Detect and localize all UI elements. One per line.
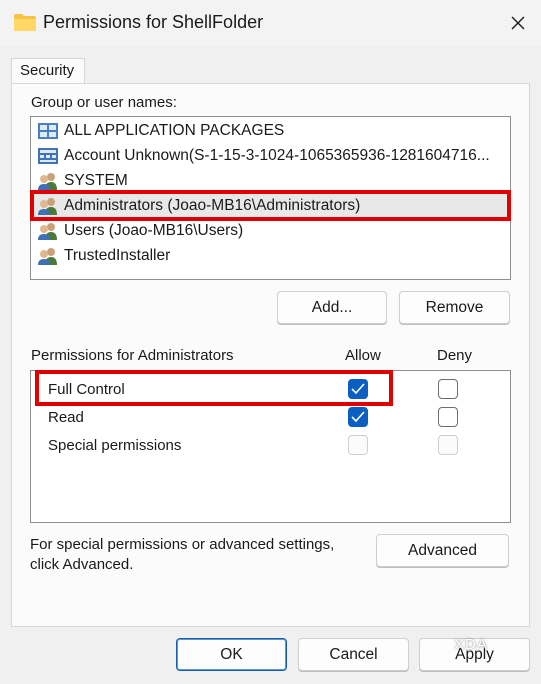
- permission-label-read: Read: [48, 409, 84, 426]
- users-icon: [38, 173, 57, 190]
- tab-strip: Security: [0, 46, 541, 85]
- window-title: Permissions for ShellFolder: [43, 12, 264, 32]
- folder-icon: [14, 14, 36, 31]
- principal-name: TrustedInstaller: [64, 247, 171, 264]
- list-item-administrators[interactable]: Administrators (Joao-MB16\Administrators…: [32, 194, 509, 218]
- ok-button[interactable]: OK: [176, 638, 287, 671]
- principal-name: Administrators (Joao-MB16\Administrators…: [64, 197, 361, 214]
- advanced-note: For special permissions or advanced sett…: [30, 535, 370, 575]
- packages-icon: [38, 123, 58, 139]
- list-item-all-application-packages[interactable]: ALL APPLICATION PACKAGES: [32, 119, 509, 143]
- unknown-account-icon: [38, 148, 58, 164]
- permissions-header: Permissions for Administrators: [31, 347, 234, 364]
- add-button[interactable]: Add...: [277, 291, 387, 324]
- deny-column-label: Deny: [437, 347, 473, 364]
- principal-name: Users (Joao-MB16\Users): [64, 222, 244, 239]
- principal-name: SYSTEM: [64, 172, 128, 189]
- allow-special-checkbox: [348, 435, 368, 455]
- close-icon: [511, 16, 525, 30]
- advanced-button[interactable]: Advanced: [376, 534, 509, 567]
- advanced-note-line1: For special permissions or advanced sett…: [30, 536, 335, 553]
- permission-label-full-control: Full Control: [48, 381, 125, 398]
- checkmark-icon: [351, 411, 365, 423]
- close-button[interactable]: [495, 0, 541, 46]
- remove-button[interactable]: Remove: [399, 291, 510, 324]
- list-item-account-unknown[interactable]: Account Unknown(S-1-15-3-1024-1065365936…: [32, 144, 509, 168]
- allow-read-checkbox[interactable]: [348, 407, 368, 427]
- deny-special-checkbox: [438, 435, 458, 455]
- permission-label-special: Special permissions: [48, 437, 182, 454]
- principal-name: Account Unknown(S-1-15-3-1024-1065365936…: [64, 147, 490, 164]
- allow-full-control-checkbox[interactable]: [348, 379, 368, 399]
- xda-watermark: XDA: [454, 636, 488, 653]
- list-item-users[interactable]: Users (Joao-MB16\Users): [32, 219, 509, 243]
- deny-read-checkbox[interactable]: [438, 407, 458, 427]
- allow-column-label: Allow: [345, 347, 381, 364]
- permissions-list: Full Control Read Special permissions: [30, 370, 511, 523]
- title-bar: Permissions for ShellFolder: [0, 0, 541, 46]
- checkmark-icon: [351, 383, 365, 395]
- list-item-system[interactable]: SYSTEM: [32, 169, 509, 193]
- cancel-button[interactable]: Cancel: [298, 638, 409, 671]
- users-icon: [38, 248, 57, 265]
- tab-security[interactable]: Security: [11, 58, 85, 85]
- deny-full-control-checkbox[interactable]: [438, 379, 458, 399]
- list-item-trustedinstaller[interactable]: TrustedInstaller: [32, 244, 509, 268]
- principals-listbox[interactable]: ALL APPLICATION PACKAGES Account Unknown…: [30, 116, 511, 280]
- users-icon: [38, 198, 57, 215]
- advanced-note-line2: click Advanced.: [30, 556, 134, 573]
- group-list-label: Group or user names:: [31, 94, 177, 111]
- principal-name: ALL APPLICATION PACKAGES: [64, 122, 285, 139]
- users-icon: [38, 223, 57, 240]
